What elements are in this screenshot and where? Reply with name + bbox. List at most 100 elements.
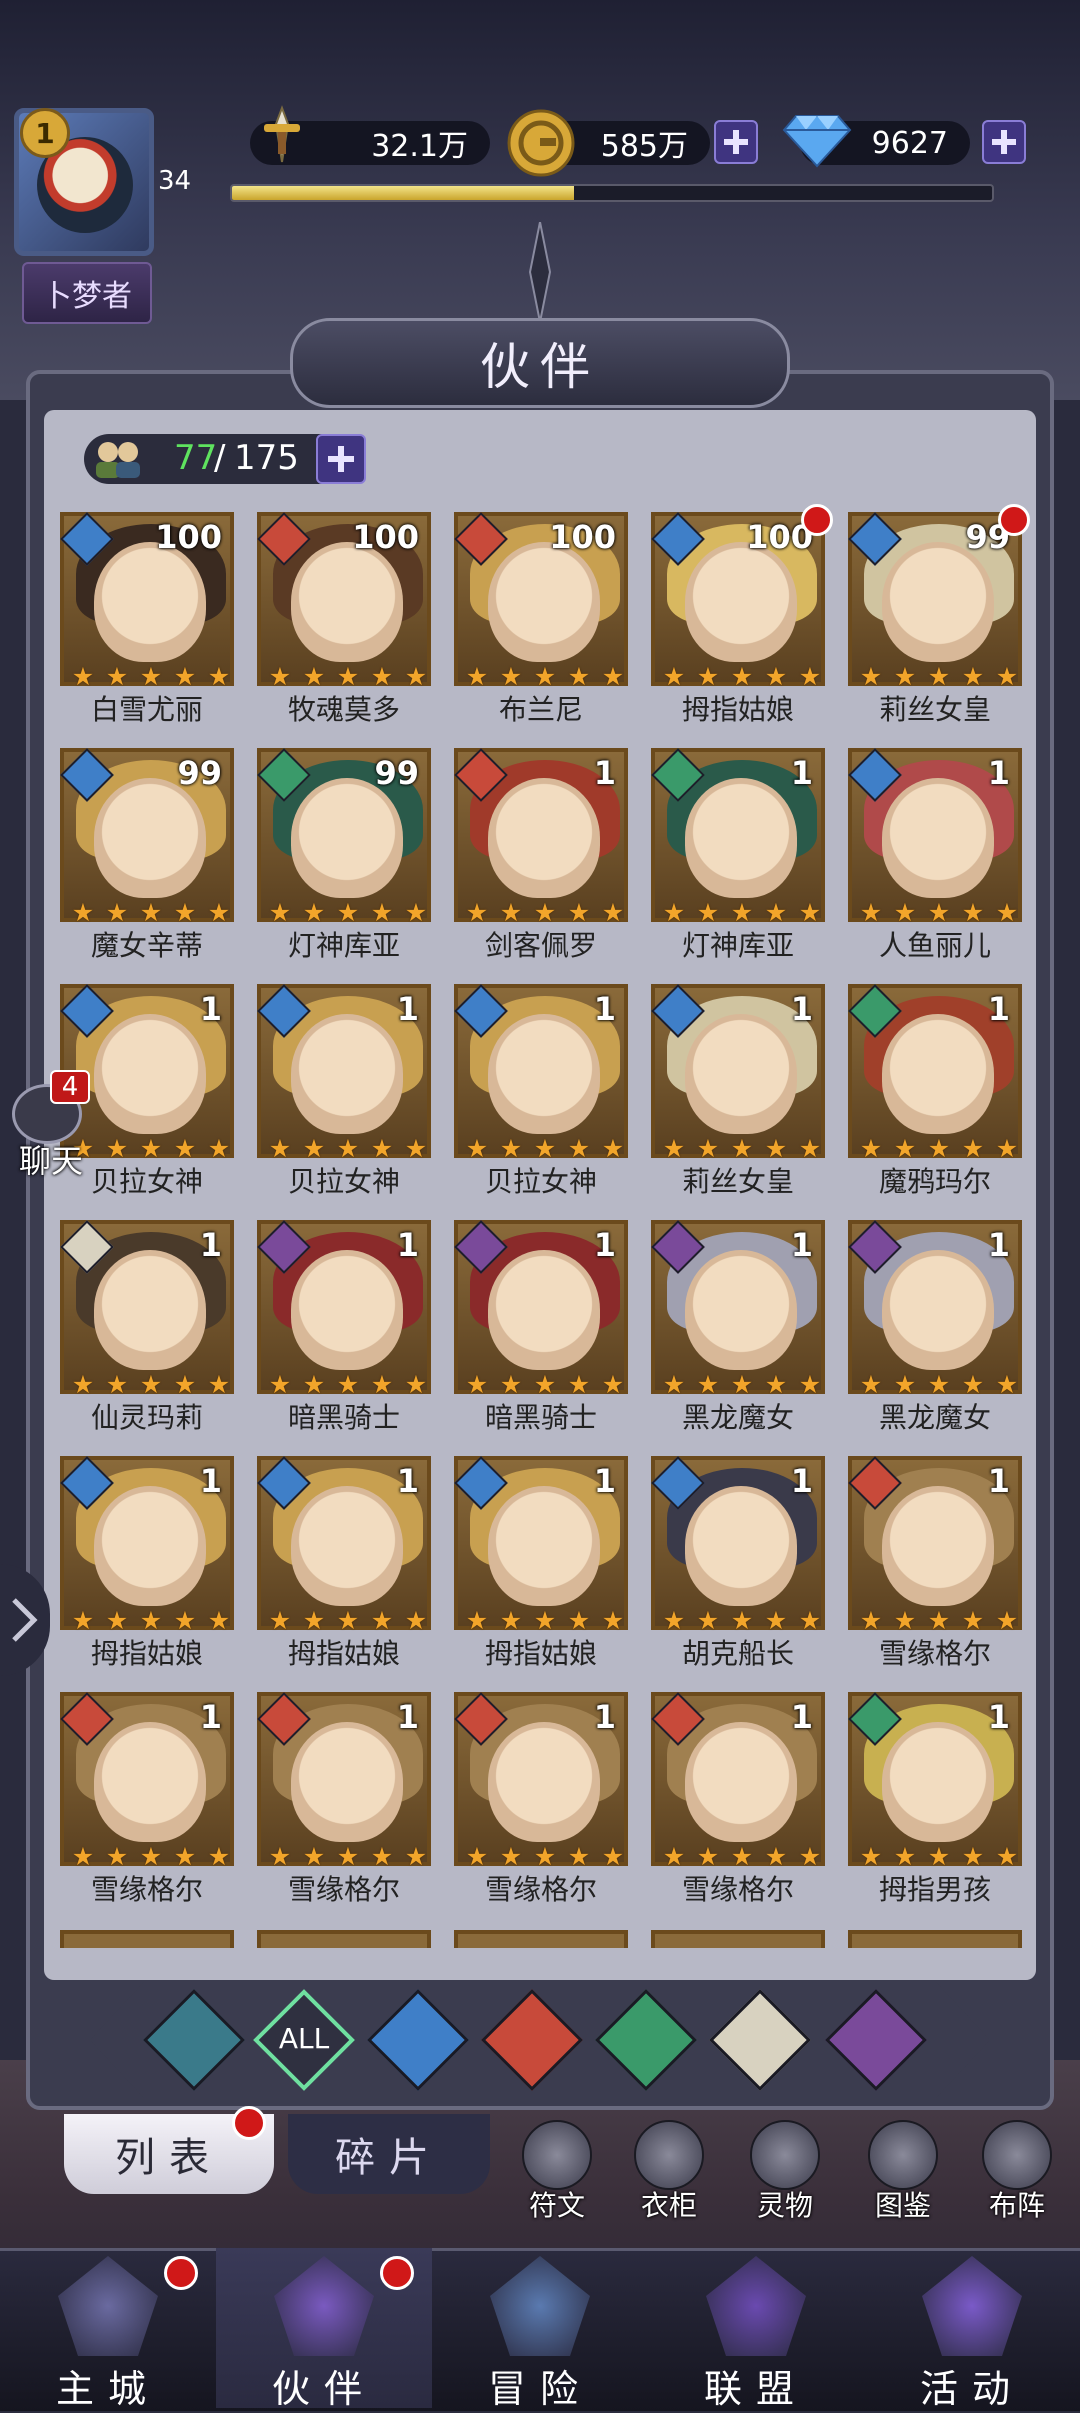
star-icon: ★ bbox=[696, 662, 720, 691]
hero-portrait: 1 ★ ★ ★ ★ ★ bbox=[454, 1692, 628, 1871]
star-icon: ★ bbox=[465, 1134, 489, 1163]
tool-spirit-button[interactable]: 灵物 bbox=[740, 2120, 830, 2230]
hero-card[interactable]: 1 ★ ★ ★ ★ ★ 雪缘格尔 bbox=[454, 1692, 628, 1906]
star-icon: ★ bbox=[139, 1134, 163, 1163]
add-gold-button[interactable] bbox=[714, 120, 758, 164]
hero-face bbox=[488, 542, 600, 662]
hero-card[interactable]: 100 ★ ★ ★ ★ ★ 布兰尼 bbox=[454, 512, 628, 726]
hero-card-partial[interactable] bbox=[60, 1930, 234, 1948]
hero-stars: ★ ★ ★ ★ ★ bbox=[854, 662, 1024, 691]
hero-card[interactable]: 1 ★ ★ ★ ★ ★ 雪缘格尔 bbox=[60, 1692, 234, 1906]
star-icon: ★ bbox=[764, 1134, 788, 1163]
hero-card[interactable]: 1 ★ ★ ★ ★ ★ 黑龙魔女 bbox=[848, 1220, 1022, 1434]
nav-cards[interactable]: 活动 bbox=[864, 2248, 1080, 2411]
hero-card[interactable]: 1 ★ ★ ★ ★ ★ 魔鸦玛尔 bbox=[848, 984, 1022, 1198]
hero-card[interactable]: 1 ★ ★ ★ ★ ★ 灯神库亚 bbox=[651, 748, 825, 962]
add-gem-button[interactable] bbox=[982, 120, 1026, 164]
hero-card[interactable]: 100 ★ ★ ★ ★ ★ 白雪尤丽 bbox=[60, 512, 234, 726]
chat-button[interactable]: 4 聊天 bbox=[6, 1070, 92, 1180]
hero-card[interactable]: 1 ★ ★ ★ ★ ★ 暗黑骑士 bbox=[454, 1220, 628, 1434]
star-icon: ★ bbox=[336, 1606, 360, 1635]
tab-fragments[interactable]: 碎片 bbox=[288, 2114, 490, 2194]
hero-card[interactable]: 1 ★ ★ ★ ★ ★ 雪缘格尔 bbox=[257, 1692, 431, 1906]
hero-face bbox=[488, 1250, 600, 1370]
star-icon: ★ bbox=[370, 1134, 394, 1163]
nav-castle[interactable]: 主城 bbox=[0, 2248, 216, 2411]
hero-portrait: 1 ★ ★ ★ ★ ★ bbox=[60, 1692, 234, 1871]
hero-stars: ★ ★ ★ ★ ★ bbox=[854, 1842, 1024, 1871]
hero-card[interactable]: 1 ★ ★ ★ ★ ★ 仙灵玛莉 bbox=[60, 1220, 234, 1434]
star-icon: ★ bbox=[764, 662, 788, 691]
hero-card-partial[interactable] bbox=[257, 1930, 431, 1948]
hero-card[interactable]: 1 ★ ★ ★ ★ ★ 贝拉女神 bbox=[454, 984, 628, 1198]
nav-shield[interactable]: 联盟 bbox=[648, 2248, 864, 2411]
hero-level: 1 bbox=[987, 1698, 1010, 1736]
star-icon: ★ bbox=[71, 1842, 95, 1871]
star-icon: ★ bbox=[696, 1134, 720, 1163]
star-icon: ★ bbox=[207, 1842, 231, 1871]
hero-portrait: 1 ★ ★ ★ ★ ★ bbox=[257, 1456, 431, 1635]
tool-rune-button[interactable]: 符文 bbox=[512, 2120, 602, 2230]
expand-slots-button[interactable] bbox=[316, 434, 366, 484]
hero-portrait: 100 ★ ★ ★ ★ ★ bbox=[257, 512, 431, 691]
hero-portrait: 1 ★ ★ ★ ★ ★ bbox=[848, 1692, 1024, 1871]
hero-card[interactable]: 1 ★ ★ ★ ★ ★ 胡克船长 bbox=[651, 1456, 825, 1670]
hero-stars: ★ ★ ★ ★ ★ bbox=[263, 1134, 433, 1163]
hero-card[interactable]: 1 ★ ★ ★ ★ ★ 黑龙魔女 bbox=[651, 1220, 825, 1434]
hero-card[interactable]: 100 ★ ★ ★ ★ ★ 拇指姑娘 bbox=[651, 504, 833, 726]
hero-face bbox=[94, 1486, 206, 1606]
star-icon: ★ bbox=[499, 662, 523, 691]
star-icon: ★ bbox=[105, 1606, 129, 1635]
star-icon: ★ bbox=[995, 1370, 1019, 1399]
hero-card[interactable]: 1 ★ ★ ★ ★ ★ 暗黑骑士 bbox=[257, 1220, 431, 1434]
hero-card[interactable]: 99 ★ ★ ★ ★ ★ 魔女辛蒂 bbox=[60, 748, 234, 962]
hero-level: 1 bbox=[593, 1698, 616, 1736]
tool-formation-button[interactable]: 布阵 bbox=[972, 2120, 1062, 2230]
tool-codex-button[interactable]: 图鉴 bbox=[858, 2120, 948, 2230]
star-icon: ★ bbox=[404, 1606, 428, 1635]
star-icon: ★ bbox=[961, 1842, 985, 1871]
hero-card-partial[interactable] bbox=[454, 1930, 628, 1948]
hero-name: 拇指姑娘 bbox=[484, 1637, 597, 1670]
nav-partner[interactable]: 伙伴 bbox=[216, 2248, 432, 2411]
hero-card[interactable]: 1 ★ ★ ★ ★ ★ 雪缘格尔 bbox=[848, 1456, 1022, 1670]
crescent-ornament-icon bbox=[528, 222, 552, 322]
hero-face bbox=[488, 778, 600, 898]
hero-face bbox=[94, 778, 206, 898]
hero-portrait: 1 ★ ★ ★ ★ ★ bbox=[60, 1220, 234, 1399]
star-icon: ★ bbox=[268, 1134, 292, 1163]
hero-card[interactable]: 1 ★ ★ ★ ★ ★ 拇指姑娘 bbox=[257, 1456, 431, 1670]
hero-level: 1 bbox=[987, 1226, 1010, 1264]
hero-card[interactable]: 1 ★ ★ ★ ★ ★ 雪缘格尔 bbox=[651, 1692, 825, 1906]
star-icon: ★ bbox=[370, 1606, 394, 1635]
hero-name: 雪缘格尔 bbox=[287, 1873, 400, 1906]
nav-compass[interactable]: 冒险 bbox=[432, 2248, 648, 2411]
hero-card[interactable]: 100 ★ ★ ★ ★ ★ 牧魂莫多 bbox=[257, 512, 431, 726]
castle-icon bbox=[58, 2256, 158, 2356]
hero-card[interactable]: 1 ★ ★ ★ ★ ★ 拇指男孩 bbox=[848, 1692, 1024, 1906]
hero-card[interactable]: 1 ★ ★ ★ ★ ★ 人鱼丽儿 bbox=[848, 748, 1022, 962]
hero-card[interactable]: 1 ★ ★ ★ ★ ★ 莉丝女皇 bbox=[651, 984, 825, 1198]
hero-card-partial[interactable] bbox=[651, 1930, 825, 1948]
hero-card[interactable]: 1 ★ ★ ★ ★ ★ 拇指姑娘 bbox=[454, 1456, 628, 1670]
hero-card[interactable]: 1 ★ ★ ★ ★ ★ 剑客佩罗 bbox=[454, 748, 628, 962]
star-icon: ★ bbox=[601, 662, 625, 691]
hero-face bbox=[882, 778, 994, 898]
hero-card[interactable]: 1 ★ ★ ★ ★ ★ 拇指姑娘 bbox=[60, 1456, 234, 1670]
side-expand-button[interactable] bbox=[0, 1564, 50, 1676]
nav-label: 伙伴 bbox=[271, 2367, 376, 2411]
star-icon: ★ bbox=[601, 1134, 625, 1163]
hero-card[interactable]: 1 ★ ★ ★ ★ ★ 贝拉女神 bbox=[257, 984, 433, 1198]
hero-card[interactable]: 99 ★ ★ ★ ★ ★ 莉丝女皇 bbox=[848, 504, 1030, 726]
hero-level: 100 bbox=[352, 518, 419, 556]
hero-level: 1 bbox=[396, 1226, 419, 1264]
nav-reddot bbox=[380, 2256, 414, 2290]
star-icon: ★ bbox=[465, 1370, 489, 1399]
hero-card-partial[interactable] bbox=[848, 1930, 1022, 1948]
hero-portrait: 1 ★ ★ ★ ★ ★ bbox=[257, 984, 433, 1163]
star-icon: ★ bbox=[764, 1606, 788, 1635]
hero-level: 1 bbox=[199, 1226, 222, 1264]
hero-card[interactable]: 99 ★ ★ ★ ★ ★ 灯神库亚 bbox=[257, 748, 431, 962]
star-icon: ★ bbox=[927, 662, 951, 691]
tool-wardrobe-button[interactable]: 衣柜 bbox=[624, 2120, 714, 2230]
